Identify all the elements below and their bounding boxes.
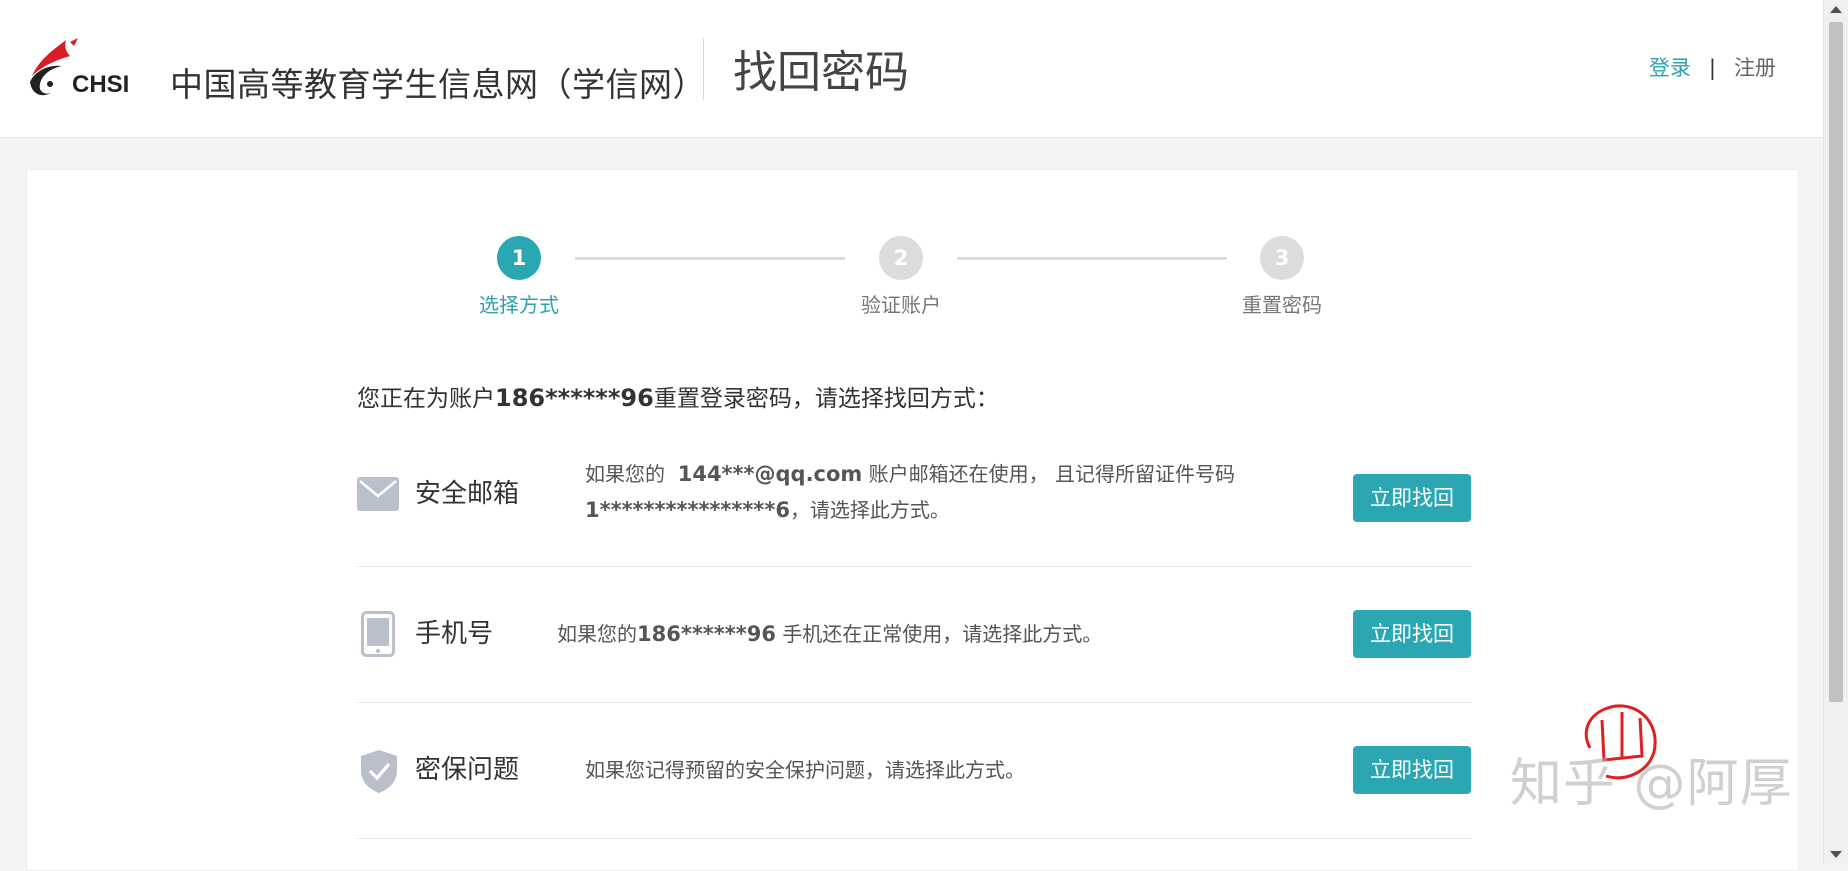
step-3-circle: 3 [1260, 236, 1304, 280]
masked-email: 144***@qq.com [677, 462, 863, 486]
option-security-question: 密保问题 如果您记得预留的安全保护问题，请选择此方式。 立即找回 [357, 702, 1471, 839]
step-line-2 [957, 257, 1227, 260]
intro-text: 您正在为账户186******96重置登录密码，请选择找回方式： [357, 380, 999, 417]
option-phone-desc: 如果您的186******96 手机还在正常使用，请选择此方式。 [557, 616, 1102, 652]
step-3-label: 重置密码 [1242, 293, 1322, 317]
site-name: 中国高等教育学生信息网（学信网） [170, 65, 706, 104]
option-phone: 手机号 如果您的186******96 手机还在正常使用，请选择此方式。 立即找… [357, 566, 1471, 703]
step-1-label: 选择方式 [479, 293, 559, 317]
page-title: 找回密码 [733, 47, 909, 98]
scrollbar-thumb[interactable] [1829, 22, 1843, 702]
email-desc-line2: ，请选择此方式。 [789, 498, 950, 522]
masked-phone: 186******96 [637, 622, 776, 646]
watermark: 知乎 @阿厚 [1510, 754, 1793, 814]
login-link[interactable]: 登录 [1649, 56, 1691, 80]
option-email-desc: 如果您的 144***@qq.com 账户邮箱还在使用， 且记得所留证件号码 1… [585, 456, 1235, 528]
intro-account: 186******96 [495, 384, 654, 412]
header: CHSI 中国高等教育学生信息网（学信网） 找回密码 登录 | 注册 [0, 0, 1824, 138]
phone-icon [361, 611, 395, 657]
step-2-label: 验证账户 [861, 293, 941, 317]
masked-id-number: 1****************6 [585, 498, 790, 522]
top-links: 登录 | 注册 [1649, 52, 1776, 84]
email-desc-suffix: 账户邮箱还在使用， 且记得所留证件号码 [868, 462, 1236, 486]
scroll-up-arrow-icon[interactable] [1830, 6, 1842, 13]
chsi-logo: CHSI [30, 38, 129, 98]
option-email: 安全邮箱 如果您的 144***@qq.com 账户邮箱还在使用， 且记得所留证… [357, 430, 1471, 567]
mail-icon [357, 477, 399, 511]
register-link[interactable]: 注册 [1734, 56, 1776, 80]
step-progress: 1 选择方式 2 验证账户 3 重置密码 [27, 170, 1798, 330]
option-security-title: 密保问题 [415, 755, 520, 785]
step-1-circle: 1 [497, 236, 541, 280]
step-2-circle: 2 [879, 236, 923, 280]
email-desc-prefix: 如果您的 [585, 462, 665, 486]
shield-check-icon [361, 750, 397, 793]
vertical-scrollbar[interactable] [1823, 0, 1848, 864]
step-line-1 [575, 257, 845, 260]
option-email-title: 安全邮箱 [415, 479, 520, 509]
link-separator: | [1708, 56, 1716, 80]
phone-desc-prefix: 如果您的 [557, 622, 637, 646]
intro-suffix: 重置登录密码，请选择找回方式： [653, 386, 999, 412]
scroll-down-arrow-icon[interactable] [1830, 851, 1842, 858]
option-phone-title: 手机号 [415, 619, 494, 649]
email-recover-button[interactable]: 立即找回 [1353, 474, 1471, 522]
security-recover-button[interactable]: 立即找回 [1353, 746, 1471, 794]
phone-desc-suffix: 手机还在正常使用，请选择此方式。 [782, 622, 1103, 646]
option-security-desc: 如果您记得预留的安全保护问题，请选择此方式。 [585, 758, 1025, 782]
logo-text: CHSI [72, 71, 129, 98]
header-divider [703, 38, 704, 100]
intro-prefix: 您正在为账户 [357, 386, 495, 412]
phone-recover-button[interactable]: 立即找回 [1353, 610, 1471, 658]
